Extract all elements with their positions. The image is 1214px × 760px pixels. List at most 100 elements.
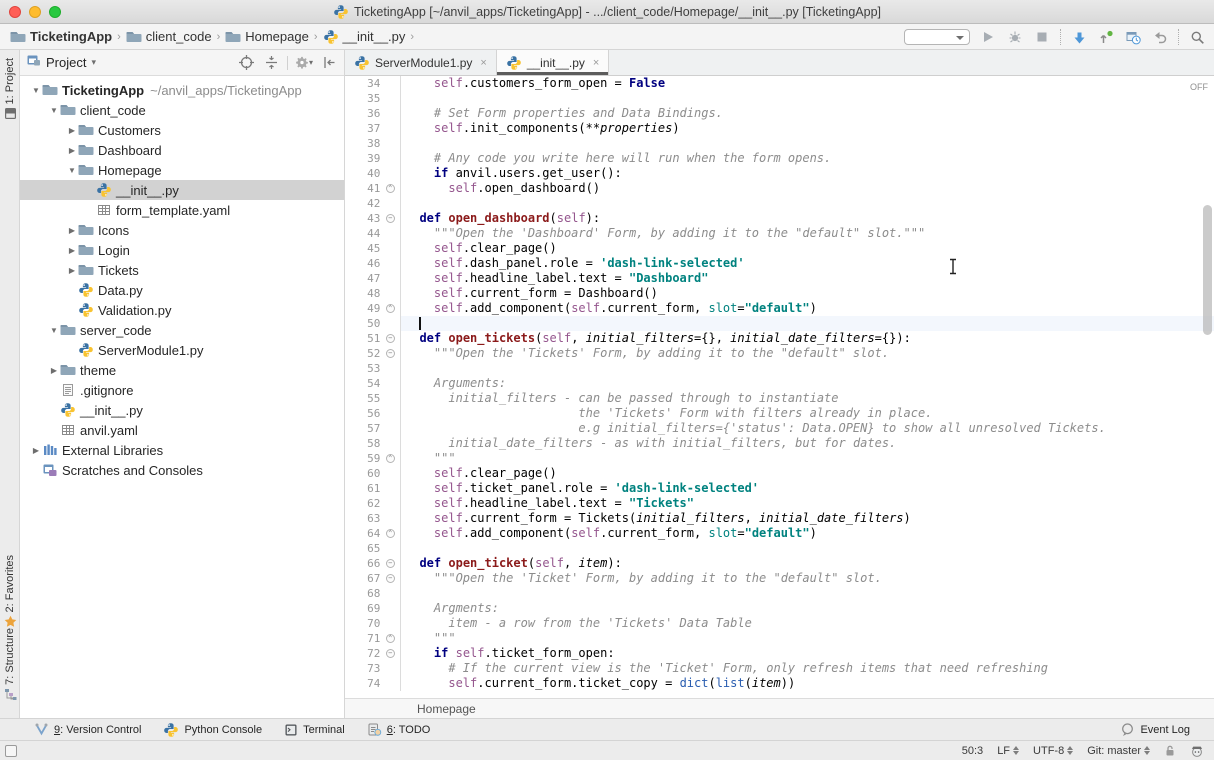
fold-column[interactable] [380, 271, 400, 286]
breadcrumb-item-client-code[interactable]: client_code [126, 29, 212, 45]
fold-end-icon[interactable]: ⌃ [386, 304, 395, 313]
chevron-collapsed-icon[interactable]: ▶ [66, 266, 78, 275]
fold-column[interactable] [380, 151, 400, 166]
close-icon[interactable]: × [593, 57, 599, 69]
close-icon[interactable]: × [480, 57, 486, 69]
target-icon[interactable] [237, 54, 255, 72]
fold-end-icon[interactable]: ⌃ [386, 184, 395, 193]
hector-inspections-icon[interactable] [1190, 744, 1204, 758]
fold-end-icon[interactable]: ⌃ [386, 634, 395, 643]
tree-item--init-py[interactable]: __init__.py [20, 400, 344, 420]
fold-column[interactable]: ⌃ [380, 301, 400, 316]
fold-column[interactable] [380, 91, 400, 106]
breadcrumb-item-ticketingapp[interactable]: TicketingApp [10, 29, 112, 45]
chevron-collapsed-icon[interactable]: ▶ [30, 446, 42, 455]
chevron-expanded-icon[interactable]: ▼ [48, 326, 60, 335]
fold-column[interactable] [380, 391, 400, 406]
tree-item-ticketingapp[interactable]: ▼TicketingApp~/anvil_apps/TicketingApp [20, 80, 344, 100]
fold-column[interactable]: − [380, 646, 400, 661]
fold-column[interactable] [380, 166, 400, 181]
chevron-collapsed-icon[interactable]: ▶ [66, 126, 78, 135]
fold-column[interactable] [380, 601, 400, 616]
chevron-collapsed-icon[interactable]: ▶ [66, 226, 78, 235]
fold-column[interactable] [380, 226, 400, 241]
caret-position-widget[interactable]: 50:3 [962, 745, 983, 757]
encoding-widget[interactable]: UTF-8 [1033, 745, 1073, 757]
run-button[interactable] [979, 28, 997, 46]
fold-column[interactable]: ⌃ [380, 451, 400, 466]
close-window-button[interactable] [9, 6, 21, 18]
breadcrumb-item-homepage[interactable]: Homepage [417, 702, 476, 716]
fold-column[interactable]: − [380, 571, 400, 586]
stripe-7-structure[interactable]: 7: Structure [0, 628, 20, 701]
tree-item-theme[interactable]: ▶theme [20, 360, 344, 380]
fold-collapse-icon[interactable]: − [386, 574, 395, 583]
readonly-lock-icon[interactable] [1164, 744, 1176, 757]
vcs-update-button[interactable] [1070, 28, 1088, 46]
fold-collapse-icon[interactable]: − [386, 349, 395, 358]
fold-column[interactable] [380, 586, 400, 601]
breadcrumb-item--init-py[interactable]: __init__.py [323, 29, 406, 45]
fold-column[interactable] [380, 466, 400, 481]
code-editor[interactable]: 34 self.customers_form_open = False3536 … [345, 76, 1214, 698]
fold-column[interactable] [380, 361, 400, 376]
fold-column[interactable] [380, 616, 400, 631]
project-panel-title[interactable]: Project [46, 55, 86, 70]
tree-item-data-py[interactable]: Data.py [20, 280, 344, 300]
tree-item-tickets[interactable]: ▶Tickets [20, 260, 344, 280]
tree-item-login[interactable]: ▶Login [20, 240, 344, 260]
tree-item-servermodule1-py[interactable]: ServerModule1.py [20, 340, 344, 360]
chevron-expanded-icon[interactable]: ▼ [48, 106, 60, 115]
breadcrumb-item-homepage[interactable]: Homepage [225, 29, 309, 45]
tree-item-customers[interactable]: ▶Customers [20, 120, 344, 140]
fold-column[interactable] [380, 406, 400, 421]
stop-button[interactable] [1033, 28, 1051, 46]
fold-column[interactable]: ⌃ [380, 526, 400, 541]
fold-column[interactable]: ⌃ [380, 631, 400, 646]
fold-column[interactable]: − [380, 331, 400, 346]
tool-window-toggle-icon[interactable] [5, 745, 17, 757]
line-separator-widget[interactable]: LF [997, 745, 1019, 757]
collapse-icon[interactable] [262, 54, 280, 72]
fold-column[interactable] [380, 376, 400, 391]
tree-item-anvil-yaml[interactable]: anvil.yaml [20, 420, 344, 440]
fold-column[interactable] [380, 76, 400, 91]
tree-item-icons[interactable]: ▶Icons [20, 220, 344, 240]
zoom-window-button[interactable] [49, 6, 61, 18]
chevron-expanded-icon[interactable]: ▼ [66, 166, 78, 175]
tree-item-dashboard[interactable]: ▶Dashboard [20, 140, 344, 160]
minimize-window-button[interactable] [29, 6, 41, 18]
fold-column[interactable] [380, 136, 400, 151]
tree-item-scratches-and-consoles[interactable]: Scratches and Consoles [20, 460, 344, 480]
fold-collapse-icon[interactable]: − [386, 214, 395, 223]
fold-collapse-icon[interactable]: − [386, 649, 395, 658]
tree-item-client-code[interactable]: ▼client_code [20, 100, 344, 120]
fold-column[interactable] [380, 256, 400, 271]
undo-button[interactable] [1151, 28, 1169, 46]
fold-column[interactable] [380, 496, 400, 511]
fold-column[interactable] [380, 676, 400, 691]
fold-column[interactable] [380, 286, 400, 301]
fold-column[interactable] [380, 316, 400, 331]
toolwindow-button-terminal[interactable]: Terminal [284, 723, 345, 737]
fold-column[interactable]: − [380, 346, 400, 361]
git-branch-widget[interactable]: Git: master [1087, 745, 1150, 757]
chevron-down-icon[interactable]: ▾ [91, 57, 96, 68]
fold-end-icon[interactable]: ⌃ [386, 529, 395, 538]
vcs-commit-button[interactable] [1097, 28, 1115, 46]
recent-changes-button[interactable] [1124, 28, 1142, 46]
hide-icon[interactable] [320, 54, 338, 72]
debug-button[interactable] [1006, 28, 1024, 46]
tab-servermodule1-py[interactable]: ServerModule1.py× [345, 50, 497, 75]
fold-collapse-icon[interactable]: − [386, 559, 395, 568]
fold-column[interactable] [380, 481, 400, 496]
fold-column[interactable] [380, 541, 400, 556]
search-button[interactable] [1188, 28, 1206, 46]
fold-column[interactable]: ⌃ [380, 181, 400, 196]
stripe-1-project[interactable]: 1: Project [0, 58, 20, 120]
tree-item-server-code[interactable]: ▼server_code [20, 320, 344, 340]
fold-column[interactable] [380, 241, 400, 256]
stripe-2-favorites[interactable]: 2: Favorites [0, 555, 20, 628]
editor-scrollbar[interactable] [1203, 205, 1212, 335]
gear-icon[interactable]: ▾ [295, 54, 313, 72]
